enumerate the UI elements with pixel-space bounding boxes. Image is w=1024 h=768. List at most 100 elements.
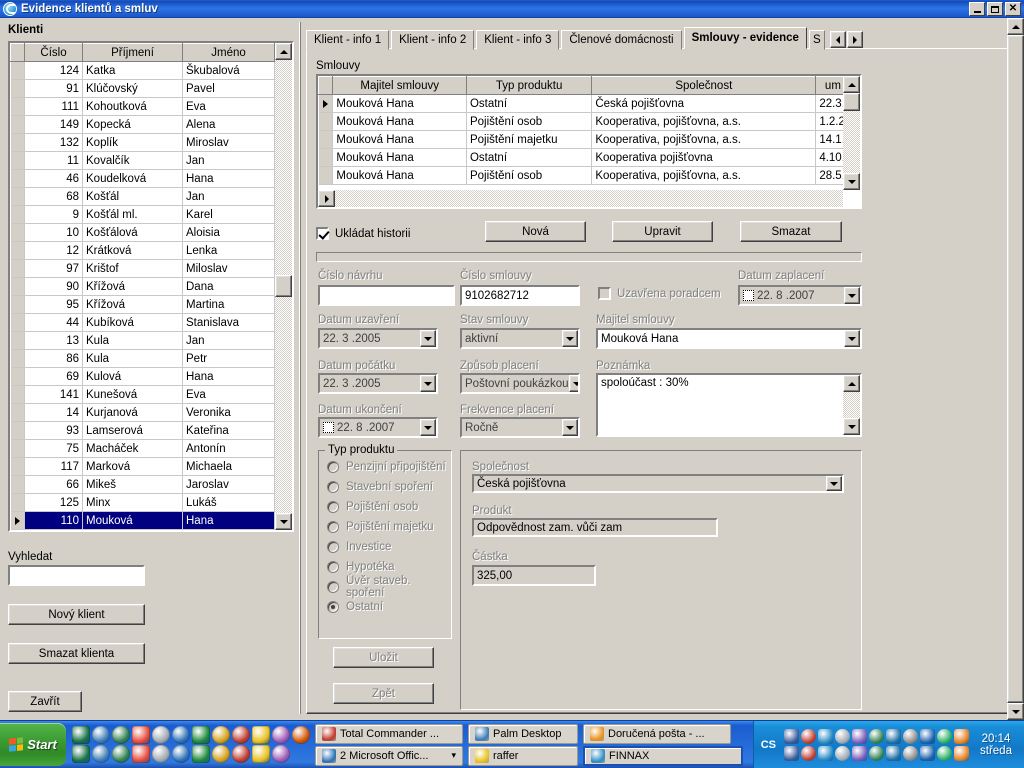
- scroll-thumb[interactable]: [1007, 35, 1024, 703]
- vlc-icon[interactable]: [212, 745, 230, 763]
- close-button[interactable]: ✕: [1005, 2, 1021, 16]
- excel-icon[interactable]: [232, 726, 250, 744]
- table-row[interactable]: 10 Košťálová Aloisia: [10, 223, 275, 242]
- contracts-vertical-scrollbar[interactable]: [843, 76, 860, 190]
- datum-zaplaceni-checkbox[interactable]: [743, 290, 754, 301]
- tab-klient-info-3[interactable]: Klient - info 3: [476, 30, 560, 50]
- table-row[interactable]: 75 Macháček Antonín: [10, 439, 275, 458]
- scroll-down-button[interactable]: [275, 513, 292, 530]
- chevron-down-icon[interactable]: [562, 330, 578, 347]
- media-player-icon[interactable]: [132, 726, 150, 744]
- scroll-right-button[interactable]: [318, 190, 335, 207]
- table-row[interactable]: Mouková Hana Pojištění osob Kooperativa, p…: [318, 112, 843, 131]
- table-row[interactable]: 110 Mouková Hana: [10, 511, 275, 530]
- product-type-option-3[interactable]: Pojištění majetku: [327, 517, 451, 537]
- radio-icon[interactable]: [327, 461, 339, 473]
- taskbar-button[interactable]: raffer: [468, 745, 578, 766]
- calc-icon[interactable]: [232, 745, 250, 763]
- edit-contract-button[interactable]: Upravit: [612, 221, 713, 242]
- table-row[interactable]: Mouková Hana Pojištění osob Kooperativa, p…: [318, 166, 843, 185]
- scroll-down-button[interactable]: [843, 173, 860, 190]
- table-row[interactable]: Mouková Hana Pojištění majetku Kooperativa…: [318, 130, 843, 149]
- field-spolecnost[interactable]: Česká pojišťovna: [472, 474, 844, 493]
- tab-smlouvy-partial[interactable]: S: [808, 30, 825, 50]
- table-row[interactable]: 141 Kunešová Eva: [10, 385, 275, 404]
- field-stav-smlouvy[interactable]: aktivní: [460, 328, 580, 349]
- scroll-thumb[interactable]: [843, 93, 860, 111]
- sms-icon[interactable]: [72, 745, 90, 763]
- chevron-down-icon[interactable]: [562, 419, 578, 436]
- taskbar-button[interactable]: Total Commander ...: [315, 723, 463, 744]
- chevron-down-icon[interactable]: [826, 476, 842, 491]
- table-row[interactable]: 132 Koplík Miroslav: [10, 133, 275, 152]
- tab-clenove-domacnosti[interactable]: Členové domácnosti: [561, 30, 682, 50]
- avg-icon[interactable]: [835, 728, 850, 744]
- table-row[interactable]: 125 Minx Lukáš: [10, 493, 275, 512]
- poznamka-vertical-scrollbar[interactable]: [843, 375, 860, 435]
- column-header-spolecnost[interactable]: Společnost: [591, 76, 817, 95]
- printer-icon[interactable]: [835, 745, 850, 761]
- table-row[interactable]: 86 Kula Petr: [10, 349, 275, 368]
- powerpoint-icon[interactable]: [252, 726, 270, 744]
- table-row[interactable]: 13 Kula Jan: [10, 331, 275, 350]
- warning-icon[interactable]: [937, 728, 952, 744]
- field-majitel-smlouvy[interactable]: Mouková Hana: [596, 328, 862, 349]
- sis-icon[interactable]: [869, 745, 884, 761]
- nero-icon[interactable]: [252, 745, 270, 763]
- minimize-button[interactable]: [969, 2, 985, 16]
- green-ball-icon[interactable]: [869, 728, 884, 744]
- field-datum-pocatku[interactable]: 22. 3 .2005: [318, 373, 438, 394]
- scroll-down-button[interactable]: [843, 418, 860, 435]
- contracts-grid[interactable]: Majitel smlouvy Typ produktu Společnost …: [316, 74, 862, 209]
- field-zpusob-placeni[interactable]: Poštovní poukázkou: [460, 373, 580, 394]
- start-button[interactable]: Start: [0, 723, 66, 766]
- clients-vertical-scrollbar[interactable]: [275, 43, 292, 530]
- radio-icon[interactable]: [327, 601, 339, 613]
- scroll-up-button[interactable]: [843, 76, 860, 93]
- clock-icon[interactable]: [192, 726, 210, 744]
- field-produkt[interactable]: Odpovědnost zam. vůči zam: [472, 518, 718, 537]
- datum-ukonceni-checkbox[interactable]: [323, 422, 334, 433]
- table-row[interactable]: 111 Kohoutková Eva: [10, 97, 275, 116]
- radio-icon[interactable]: [327, 521, 339, 533]
- monitor-icon[interactable]: [852, 745, 867, 761]
- new-contract-button[interactable]: Nová: [485, 221, 586, 242]
- chevron-down-icon[interactable]: [420, 419, 436, 436]
- product-type-option-5[interactable]: Hypotéka: [327, 557, 451, 577]
- winamp2-icon[interactable]: [937, 745, 952, 761]
- field-castka[interactable]: 325,00: [472, 565, 596, 586]
- taskbar-button[interactable]: FINNAX: [583, 745, 743, 766]
- firefox-icon[interactable]: [112, 726, 130, 744]
- radio-icon[interactable]: [327, 581, 339, 593]
- table-row[interactable]: 97 Krištof Miloslav: [10, 259, 275, 278]
- table-row[interactable]: Mouková Hana Ostatní Kooperativa pojišťovn…: [318, 148, 843, 167]
- new-client-button[interactable]: Nový klient: [8, 604, 145, 625]
- delete-client-button[interactable]: Smazat klienta: [8, 643, 145, 664]
- scroll-thumb[interactable]: [275, 275, 292, 297]
- network-x-icon[interactable]: [903, 728, 918, 744]
- save-history-checkbox[interactable]: [316, 227, 329, 240]
- table-row[interactable]: 124 Katka Škubalová: [10, 61, 275, 80]
- finnax-icon[interactable]: [152, 726, 170, 744]
- column-header-cislo[interactable]: Číslo: [24, 43, 83, 62]
- column-header-typ[interactable]: Typ produktu: [465, 76, 593, 95]
- product-type-option-2[interactable]: Pojištění osob: [327, 497, 451, 517]
- chevron-down-icon[interactable]: [420, 375, 436, 392]
- disc-icon[interactable]: [192, 745, 210, 763]
- word-icon[interactable]: [212, 726, 230, 744]
- clock-icon[interactable]: [784, 728, 799, 744]
- tab-klient-info-2[interactable]: Klient - info 2: [391, 30, 475, 50]
- table-row[interactable]: 91 Klúčovský Pavel: [10, 79, 275, 98]
- tab-smlouvy-evidence[interactable]: Smlouvy - evidence: [683, 27, 807, 49]
- search-input[interactable]: [8, 565, 145, 586]
- table-row[interactable]: 9 Košťál ml. Karel: [10, 205, 275, 224]
- table-row[interactable]: 68 Košťál Jan: [10, 187, 275, 206]
- internet-icon[interactable]: [292, 726, 310, 744]
- field-poznamka[interactable]: spoloúčast : 30%: [596, 373, 862, 437]
- radio-icon[interactable]: [327, 561, 339, 573]
- tab-scroll-right-icon[interactable]: [846, 31, 863, 48]
- radio-icon[interactable]: [327, 501, 339, 513]
- radio-icon[interactable]: [327, 481, 339, 493]
- column-header-jmeno[interactable]: Jméno: [182, 43, 275, 62]
- scroll-up-button[interactable]: [1007, 18, 1024, 35]
